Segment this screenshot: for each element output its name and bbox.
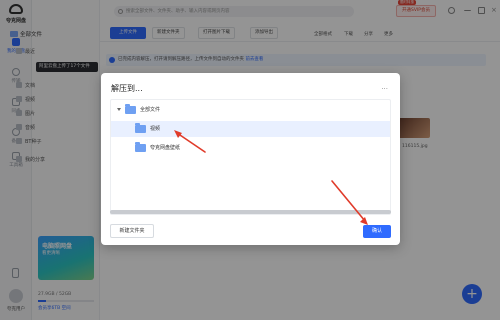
tree-row-label: 视频 (150, 126, 161, 132)
new-folder-button[interactable]: 新建文件夹 (110, 224, 154, 238)
confirm-button[interactable]: 确认 (363, 225, 391, 238)
folder-icon (135, 142, 146, 152)
caret-down-icon[interactable] (117, 108, 121, 111)
extract-to-dialog: 解压到... ... 全部文件 视频 夸克网盘壁纸 新建文件夹 确认 (101, 73, 400, 245)
folder-icon (135, 123, 146, 133)
tree-row-all-files[interactable]: 全部文件 (111, 102, 390, 118)
folder-tree: 全部文件 视频 夸克网盘壁纸 (110, 99, 391, 215)
tree-row-label: 夸克网盘壁纸 (150, 145, 181, 151)
tree-row-video[interactable]: 视频 (111, 121, 390, 137)
tree-row-label: 全部文件 (140, 107, 161, 113)
folder-icon (125, 104, 136, 114)
tree-row-wallpaper[interactable]: 夸克网盘壁纸 (111, 140, 390, 156)
dialog-title: 解压到... (111, 84, 143, 93)
tree-horizontal-scrollbar[interactable] (110, 210, 391, 214)
dialog-close-icon[interactable]: ... (381, 83, 388, 91)
